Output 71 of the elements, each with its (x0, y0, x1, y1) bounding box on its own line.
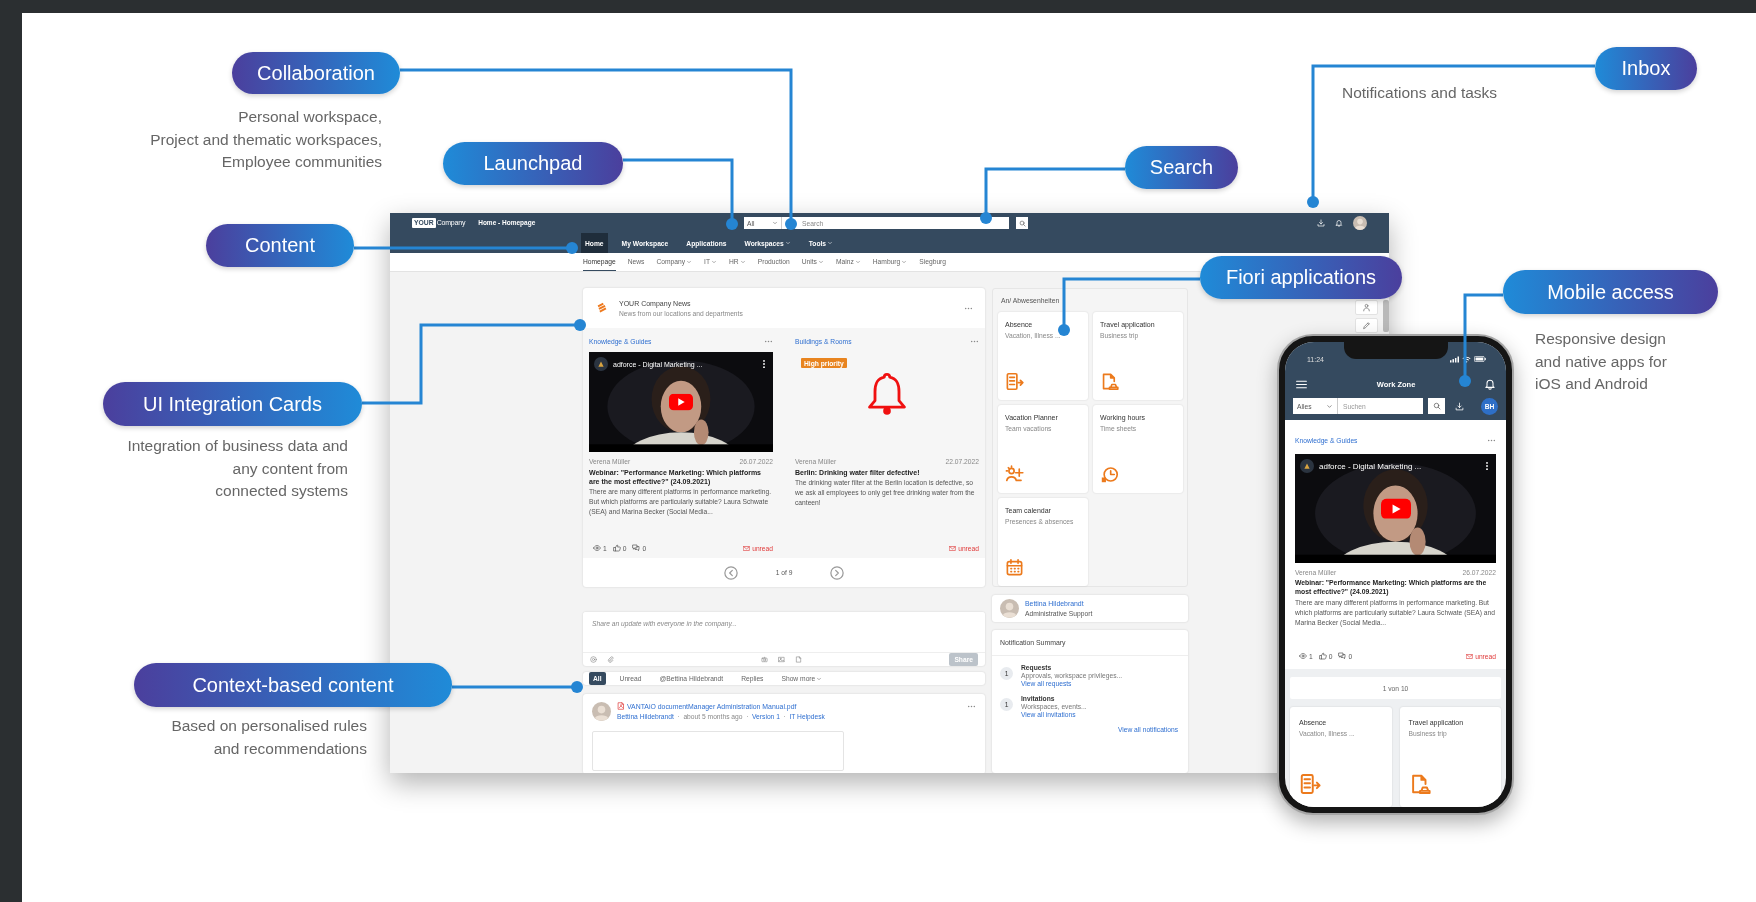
bell-icon (865, 370, 909, 418)
callout-label: Collaboration (232, 52, 400, 94)
caret-down-icon (816, 675, 823, 682)
comment-icon[interactable] (1338, 652, 1347, 660)
thumbs-up-icon[interactable] (612, 544, 621, 552)
comment-icon[interactable] (632, 544, 641, 552)
callout-description: Responsive design and native apps for iOS and Android (1535, 329, 1667, 394)
callout-label: Content (206, 224, 354, 267)
callout-label: Mobile access (1503, 270, 1718, 314)
side-button[interactable] (1355, 300, 1378, 315)
news-logo-icon (595, 301, 609, 315)
callout-description: Integration of business data and any content from connected systems (127, 436, 348, 501)
document-car-icon (1100, 372, 1119, 391)
callout-description: Personal workspace, Project and thematic workspaces, Employee communities (150, 107, 382, 172)
caret-down-icon (817, 258, 824, 265)
paperclip-icon[interactable] (607, 656, 614, 663)
image-icon[interactable] (778, 656, 786, 663)
pdf-file-icon (617, 702, 625, 710)
callout-description: Notifications and tasks (1342, 83, 1498, 103)
pencil-icon (1362, 321, 1371, 330)
channel-logo-icon (594, 357, 608, 371)
callout-label: Inbox (1595, 47, 1697, 90)
caret-down-icon (854, 258, 861, 265)
person-plus-icon (1005, 465, 1024, 484)
bell-icon[interactable] (1484, 378, 1496, 390)
eye-icon (1299, 652, 1307, 660)
envelope-icon (743, 544, 751, 552)
avatar (592, 702, 611, 721)
envelope-icon (949, 544, 957, 552)
caret-down-icon (901, 258, 908, 265)
next-icon[interactable] (830, 565, 845, 580)
wifi-icon (1462, 355, 1471, 363)
previous-icon[interactable] (723, 565, 738, 580)
channel-logo-icon (1300, 459, 1314, 473)
callout-description: Based on personalised rules and recommendations (171, 716, 367, 759)
callout-label: Search (1125, 146, 1238, 189)
side-button[interactable] (1355, 318, 1378, 333)
camera-icon[interactable] (761, 656, 769, 663)
eye-icon (593, 544, 601, 552)
callout-label: Launchpad (443, 142, 623, 185)
calendar-icon (1005, 558, 1024, 577)
envelope-icon (1466, 652, 1474, 660)
video-title: adforce - Digital Marketing ... (1319, 461, 1423, 471)
search-button[interactable] (1016, 217, 1028, 229)
caret-down-icon (739, 258, 746, 265)
thumbs-up-icon[interactable] (1318, 652, 1327, 660)
caret-down-icon (1326, 402, 1333, 410)
battery-icon (1474, 356, 1486, 362)
clock-icon (1100, 465, 1119, 484)
bell-icon[interactable] (1335, 219, 1343, 227)
avatar (1353, 216, 1367, 230)
document-arrow-icon (1005, 372, 1024, 391)
scrollbar (1383, 300, 1389, 332)
callout-label: Context-based content (134, 663, 452, 707)
callout-label: Fiori applications (1200, 256, 1402, 299)
signal-icon (1450, 355, 1459, 363)
search-icon (1432, 402, 1441, 410)
search-button[interactable] (1428, 398, 1445, 414)
download-icon[interactable] (1455, 401, 1464, 411)
download-icon[interactable] (1317, 219, 1325, 227)
caret-down-icon (827, 240, 834, 246)
caret-down-icon (772, 220, 778, 226)
document-arrow-icon (1299, 773, 1321, 795)
caret-down-icon (784, 240, 791, 246)
caret-down-icon (686, 258, 693, 265)
document-icon[interactable] (795, 656, 803, 663)
callout-label: UI Integration Cards (103, 382, 362, 426)
avatar (1000, 599, 1019, 619)
person-icon (1362, 303, 1371, 312)
search-icon (1018, 219, 1026, 227)
caret-down-icon (711, 258, 718, 265)
